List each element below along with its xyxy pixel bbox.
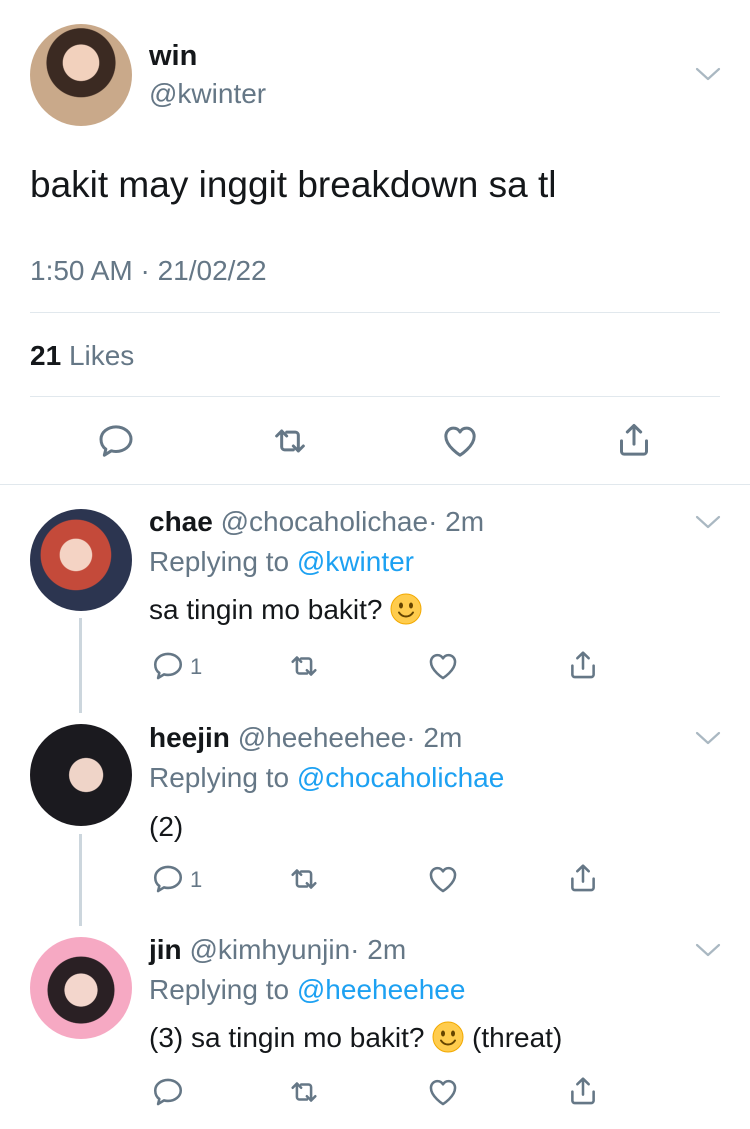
retweet-icon[interactable] <box>286 862 322 896</box>
likes-stat[interactable]: 21 Likes <box>30 340 134 372</box>
reply-count: 1 <box>190 654 203 679</box>
reply-icon[interactable] <box>96 421 136 461</box>
author-name[interactable]: chae <box>149 506 213 537</box>
author-handle[interactable]: @chocaholichae <box>221 506 428 537</box>
tweet-timestamp[interactable]: 1:50 AM · 21/02/22 <box>30 255 267 287</box>
likes-label: Likes <box>68 340 135 371</box>
replying-prefix: Replying to <box>149 974 290 1005</box>
replying-to-handle[interactable]: @kwinter <box>297 546 414 577</box>
share-icon[interactable] <box>566 860 600 896</box>
replying-prefix: Replying to <box>149 762 290 793</box>
divider <box>30 312 720 313</box>
tweet-text: bakit may inggit breakdown sa tl <box>30 164 557 205</box>
heart-icon[interactable] <box>426 649 460 683</box>
author-name[interactable]: jin <box>149 934 182 965</box>
author-handle[interactable]: @kimhyunjin <box>189 934 350 965</box>
author-handle[interactable]: @kwinter <box>149 78 266 110</box>
chevron-down-icon[interactable] <box>695 730 721 746</box>
author-name[interactable]: win <box>149 40 197 73</box>
chevron-down-icon[interactable] <box>695 66 721 82</box>
replying-to: Replying to @heeheehee <box>149 974 465 1006</box>
replying-prefix: Replying to <box>149 546 290 577</box>
replying-to-handle[interactable]: @chocaholichae <box>297 762 504 793</box>
reply-text: (2) <box>149 811 184 842</box>
reply-time: · 2m <box>350 934 407 965</box>
slightly-smiling-face-emoji <box>390 593 422 625</box>
retweet-icon[interactable] <box>269 421 311 461</box>
thread-line <box>79 834 82 926</box>
reply-body: sa tingin mo bakit? <box>149 594 383 625</box>
chevron-down-icon[interactable] <box>695 942 721 958</box>
heart-icon[interactable] <box>440 421 480 461</box>
avatar-win[interactable] <box>30 24 132 126</box>
author-name[interactable]: heejin <box>149 722 230 753</box>
reply-body-end: (threat) <box>472 1022 563 1053</box>
retweet-icon[interactable] <box>286 649 322 683</box>
author-handle[interactable]: @heeheehee <box>238 722 407 753</box>
likes-count: 21 <box>30 340 62 371</box>
avatar-chae[interactable] <box>30 509 132 611</box>
replying-to-handle[interactable]: @heeheehee <box>297 974 466 1005</box>
reply-text: (3) sa tingin mo bakit? (threat) <box>149 1021 562 1054</box>
reply-icon[interactable] <box>151 862 185 896</box>
avatar-jin[interactable] <box>30 937 132 1039</box>
share-icon[interactable] <box>614 419 654 461</box>
avatar-heejin[interactable] <box>30 724 132 826</box>
reply-icon[interactable] <box>151 1075 185 1109</box>
thread-line <box>79 618 82 713</box>
heart-icon[interactable] <box>426 1075 460 1109</box>
retweet-icon[interactable] <box>286 1075 322 1109</box>
reply-text: sa tingin mo bakit? <box>149 593 422 626</box>
chevron-down-icon[interactable] <box>695 514 721 530</box>
reply-icon[interactable] <box>151 649 185 683</box>
replying-to: Replying to @chocaholichae <box>149 762 504 794</box>
reply-body-start: (3) sa tingin mo bakit? <box>149 1022 425 1053</box>
heart-icon[interactable] <box>426 862 460 896</box>
divider <box>0 484 750 485</box>
share-icon[interactable] <box>566 1073 600 1109</box>
share-icon[interactable] <box>566 647 600 683</box>
reply-time: · 2m <box>406 722 463 753</box>
slightly-smiling-face-emoji <box>432 1021 464 1053</box>
divider <box>30 396 720 397</box>
replying-to: Replying to @kwinter <box>149 546 414 578</box>
reply-count: 1 <box>190 867 203 892</box>
reply-time: · 2m <box>428 506 485 537</box>
